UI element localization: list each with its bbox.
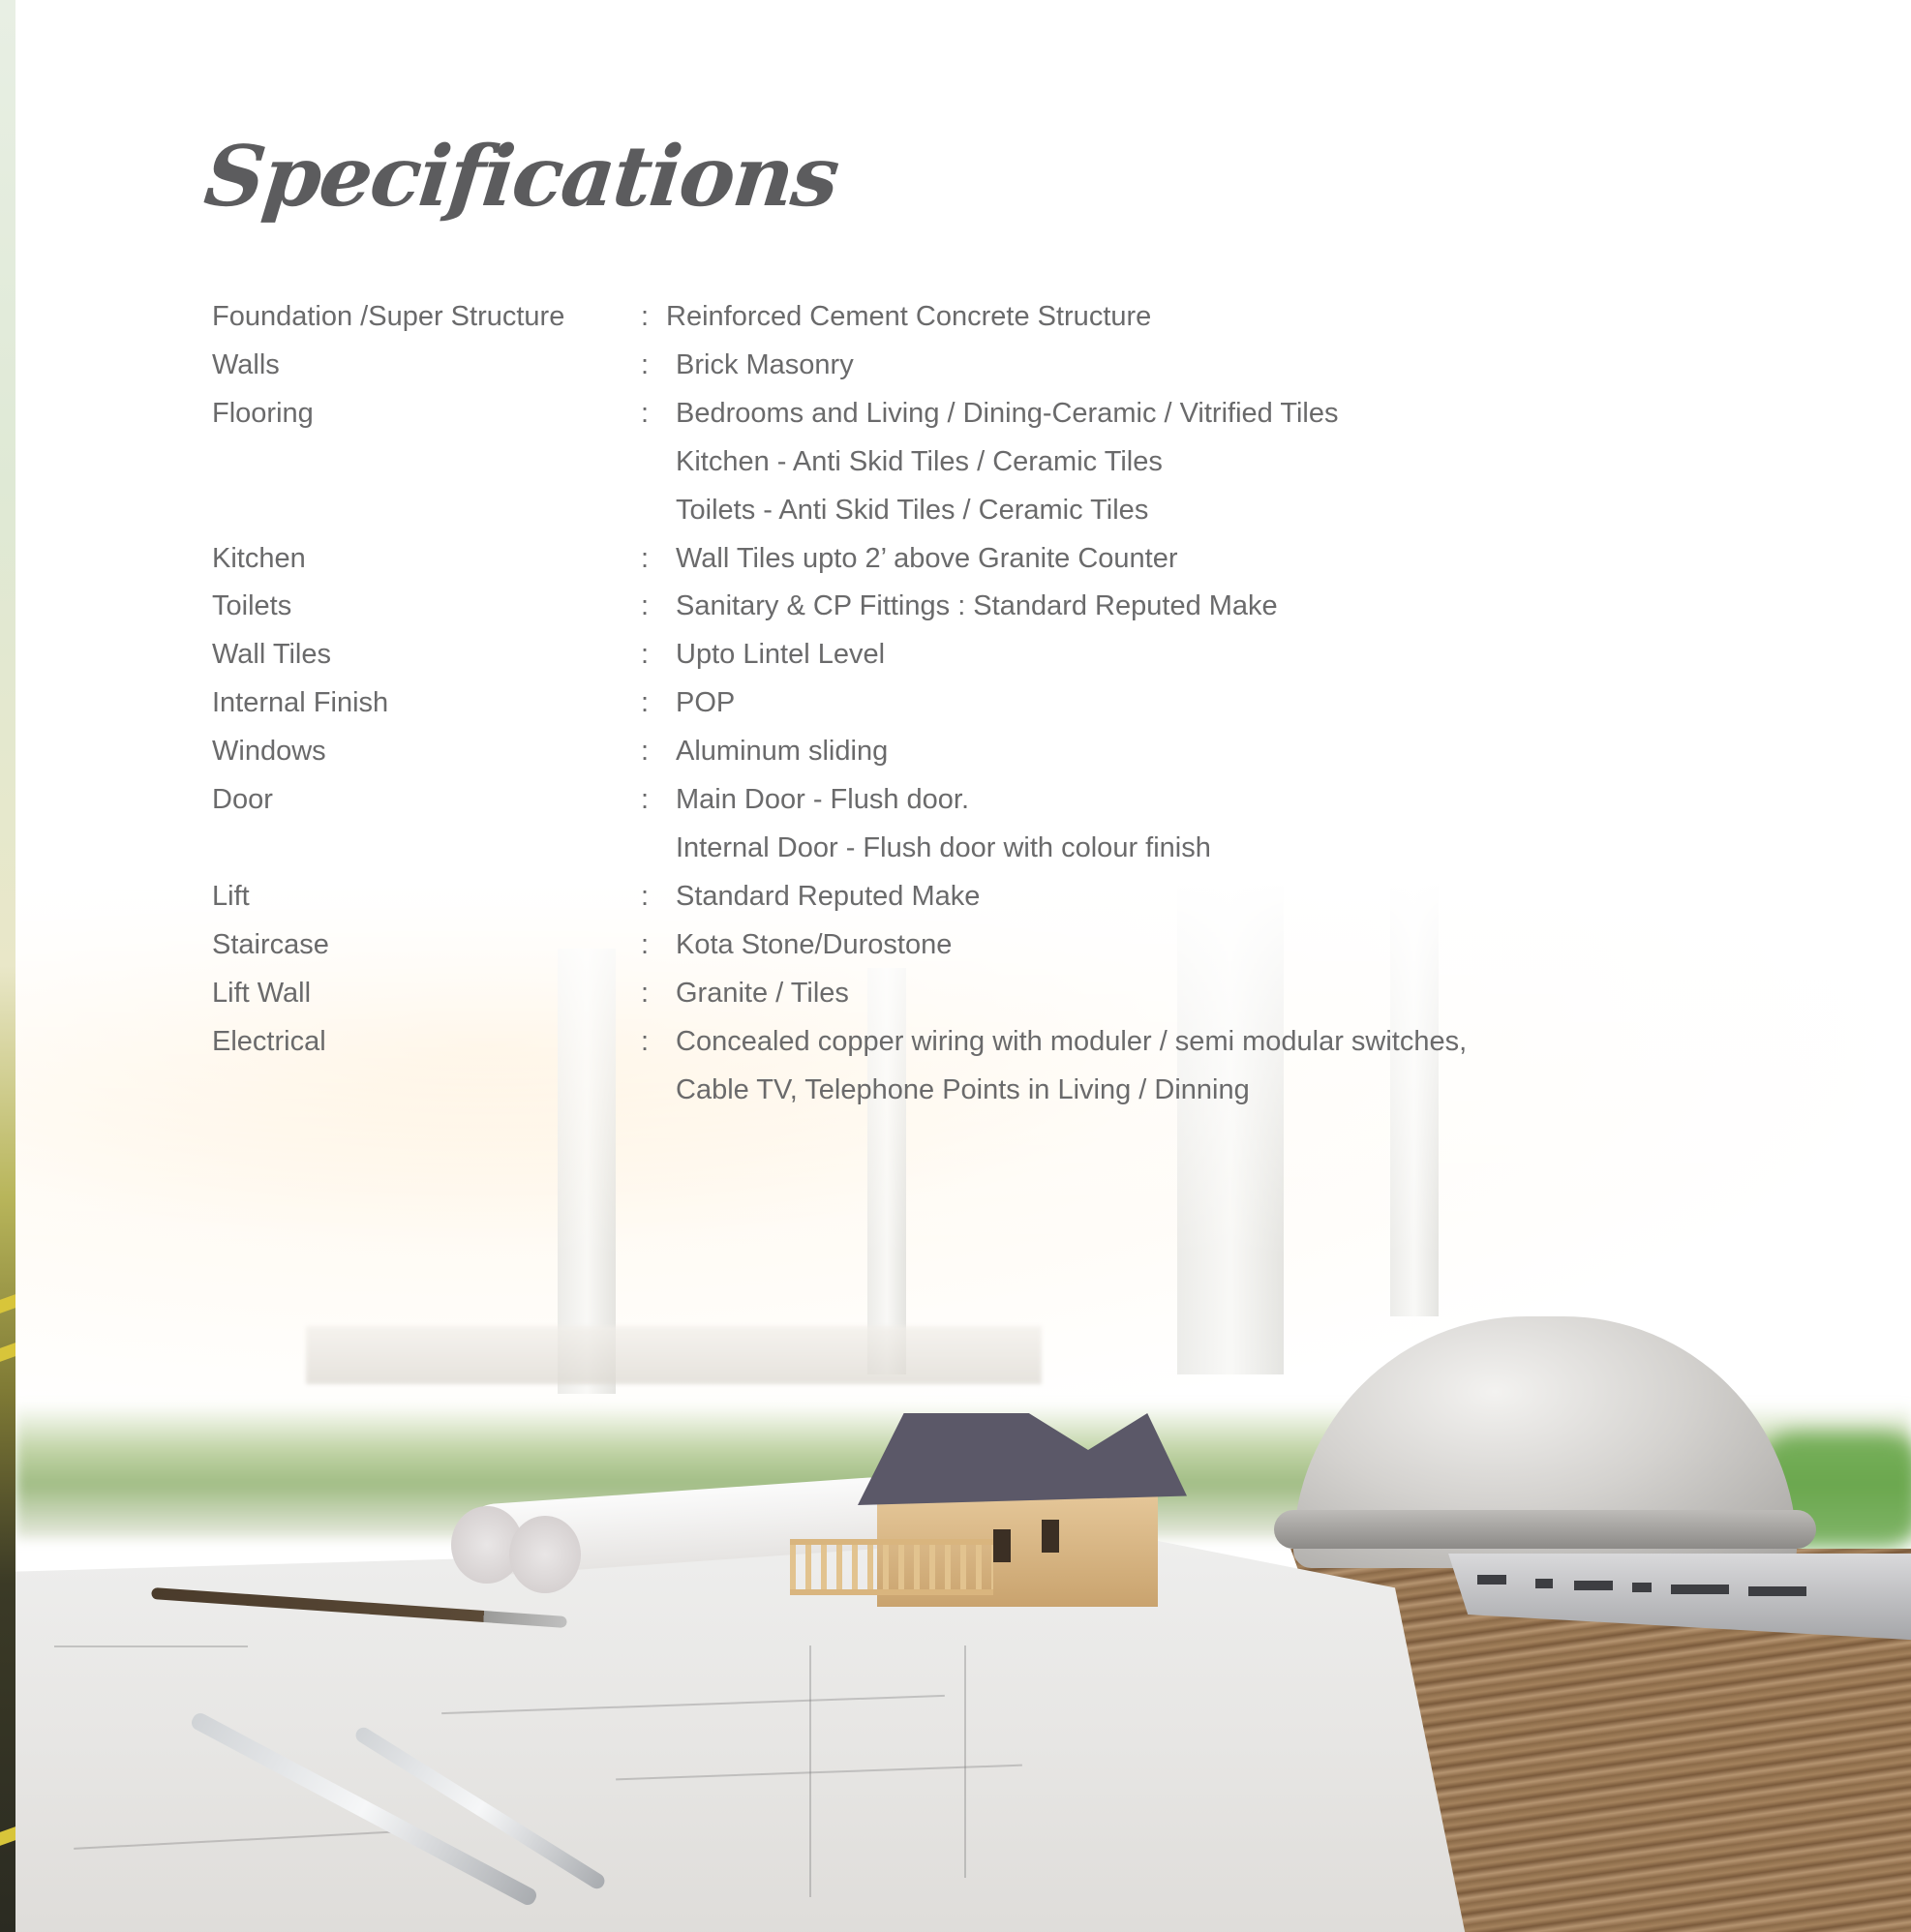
spec-value: Aluminum sliding [676,736,889,768]
road-marking [0,1343,15,1362]
spec-label: Toilets [212,590,292,622]
spec-row: Wall Tiles: Upto Lintel Level [212,631,1664,679]
laptop-port [1671,1585,1729,1594]
laptop-port [1535,1579,1553,1588]
spec-separator: : [641,736,650,768]
spec-values: Bedrooms and Living / Dining-Ceramic / V… [666,390,1338,535]
spec-label: Door [212,784,273,816]
spec-values: Standard Reputed Make [666,873,980,921]
spec-separator: : [641,301,650,332]
spec-values: Aluminum sliding [666,728,888,776]
model-house [790,1413,1235,1616]
spec-values: Granite / Tiles [666,970,849,1018]
spec-label: Lift Wall [212,977,312,1009]
spec-label: Lift [212,880,250,912]
spec-value: Bedrooms and Living / Dining-Ceramic / V… [676,397,1339,429]
spec-separator: : [641,639,650,671]
spec-label: Staircase [212,928,329,960]
spec-values: Sanitary & CP Fittings : Standard Repute… [666,583,1278,631]
spec-separator: : [641,348,650,380]
spec-separator: : [641,928,650,960]
spec-value: Main Door - Flush door. [676,784,970,816]
laptop-port [1574,1581,1613,1590]
spec-label: Wall Tiles [212,639,331,671]
spec-row: Lift: Standard Reputed Make [212,873,1664,921]
spec-value: Kitchen - Anti Skid Tiles / Ceramic Tile… [676,445,1163,477]
spec-row: Lift Wall: Granite / Tiles [212,970,1664,1018]
spec-separator: : [641,880,650,912]
spec-separator: : [641,1025,650,1057]
spec-value: Concealed copper wiring with moduler / s… [676,1025,1468,1057]
hard-hat-brim [1274,1510,1816,1549]
spec-values: Brick Masonry [666,342,854,390]
spec-value: Reinforced Cement Concrete Structure [666,301,1152,332]
laptop-port [1748,1586,1806,1596]
spec-separator: : [641,542,650,574]
brochure-page: Specifications Foundation /Super Structu… [0,0,1911,1932]
balcony-wall [306,1326,1042,1384]
spec-separator: : [641,397,650,429]
spec-value: Toilets - Anti Skid Tiles / Ceramic Tile… [676,494,1149,526]
specifications-list: Foundation /Super Structure: Reinforced C… [212,293,1664,1114]
spec-label: Windows [212,736,326,768]
spec-value: Granite / Tiles [676,977,849,1009]
adjacent-page-edge [0,0,15,1932]
spec-values: Reinforced Cement Concrete Structure [666,293,1151,342]
road-marking [0,1294,15,1313]
model-house-window [993,1529,1011,1562]
blueprint-line [54,1645,248,1647]
spec-value: Internal Door - Flush door with colour f… [676,831,1211,863]
model-house-roof [858,1413,1187,1505]
spec-value: Kota Stone/Durostone [676,928,953,960]
page-title: Specifications [199,128,842,226]
spec-row: Kitchen: Wall Tiles upto 2’ above Granite… [212,535,1664,584]
spec-separator: : [641,784,650,816]
spec-value: POP [676,687,736,719]
spec-row: Flooring: Bedrooms and Living / Dining-Ce… [212,390,1664,535]
laptop-port [1477,1575,1506,1585]
model-house-railing [790,1539,993,1595]
spec-value: Upto Lintel Level [676,639,886,671]
spec-separator: : [641,687,650,719]
spec-label: Internal Finish [212,687,389,719]
road-marking [0,1826,15,1846]
spec-row: Toilets: Sanitary & CP Fittings : Standar… [212,583,1664,631]
spec-values: Main Door - Flush door. Internal Door - F… [666,776,1211,873]
spec-label: Foundation /Super Structure [212,301,565,332]
blueprint-roll-end [509,1516,581,1593]
spec-value: Standard Reputed Make [676,880,981,912]
spec-value: Wall Tiles upto 2’ above Granite Counter [676,542,1178,574]
spec-value: Sanitary & CP Fittings : Standard Repute… [676,590,1278,622]
spec-row: Internal Finish: POP [212,679,1664,728]
spec-values: Upto Lintel Level [666,631,885,679]
spec-value: Cable TV, Telephone Points in Living / D… [676,1073,1250,1105]
spec-row: Walls: Brick Masonry [212,342,1664,390]
laptop-port [1632,1583,1652,1592]
spec-separator: : [641,977,650,1009]
blueprint-line [964,1645,966,1878]
spec-values: POP [666,679,735,728]
spec-label: Kitchen [212,542,306,574]
spec-separator: : [641,590,650,622]
spec-values: Kota Stone/Durostone [666,921,952,970]
model-house-window [1042,1520,1059,1553]
spec-row: Electrical: Concealed copper wiring with … [212,1018,1664,1115]
spec-label: Walls [212,348,280,380]
spec-row: Foundation /Super Structure: Reinforced C… [212,293,1664,342]
spec-row: Door: Main Door - Flush door. Internal Doo… [212,776,1664,873]
spec-value: Brick Masonry [676,348,854,380]
spec-row: Staircase: Kota Stone/Durostone [212,921,1664,970]
spec-values: Wall Tiles upto 2’ above Granite Counter [666,535,1178,584]
spec-row: Windows: Aluminum sliding [212,728,1664,776]
spec-label: Electrical [212,1025,326,1057]
blueprint-line [809,1645,811,1897]
spec-label: Flooring [212,397,314,429]
spec-values: Concealed copper wiring with moduler / s… [666,1018,1467,1115]
